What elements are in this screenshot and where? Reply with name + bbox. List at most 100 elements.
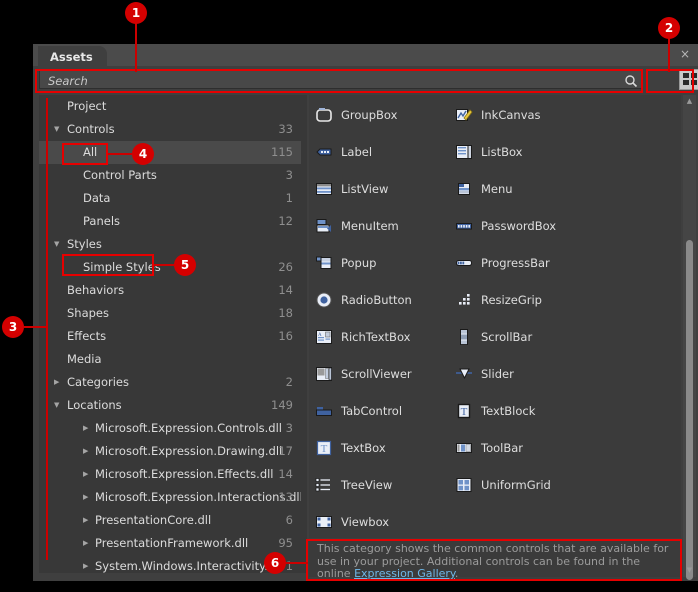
tree-item-project[interactable]: Project	[39, 95, 301, 118]
chevron-right-icon[interactable]: ▶	[54, 371, 59, 394]
tree-item-count: 14	[278, 467, 293, 481]
tree-item-label: Microsoft.Expression.Controls.dll	[95, 421, 282, 435]
scroll-down-icon[interactable]: ▼	[683, 564, 696, 577]
tree-item-media[interactable]: Media	[39, 348, 301, 371]
asset-item-label: InkCanvas	[481, 108, 541, 122]
tree-item-label: PresentationCore.dll	[95, 513, 212, 527]
tree-item-presentationframework-dll[interactable]: ▶ PresentationFramework.dll 95	[39, 532, 301, 555]
asset-item-label: MenuItem	[341, 219, 399, 233]
asset-item-label: ScrollViewer	[341, 367, 412, 381]
asset-item-scrollbar[interactable]: ScrollBar	[455, 321, 532, 353]
tree-item-effects[interactable]: Effects 16	[39, 325, 301, 348]
tab-assets[interactable]: Assets	[38, 46, 107, 66]
asset-item-richtextbox[interactable]: A RichTextBox	[315, 321, 410, 353]
asset-item-inkcanvas[interactable]: InkCanvas	[455, 99, 541, 131]
asset-item-toolbar[interactable]: ToolBar	[455, 432, 523, 464]
tree-item-microsoft-expression-controls-dll[interactable]: ▶ Microsoft.Expression.Controls.dll 3	[39, 417, 301, 440]
search-input[interactable]: Search	[39, 70, 643, 89]
asset-item-treeview[interactable]: TreeView	[315, 469, 392, 501]
panel-body: Project ▼ Controls 33 All 115 Control Parts 3 Da…	[33, 93, 698, 581]
asset-item-radiobutton[interactable]: RadioButton	[315, 284, 412, 316]
asset-item-uniformgrid[interactable]: UniformGrid	[455, 469, 551, 501]
asset-item-popup[interactable]: Popup	[315, 247, 376, 279]
asset-item-label: GroupBox	[341, 108, 398, 122]
tree-item-label: Microsoft.Expression.Interactions.dll	[95, 490, 301, 504]
asset-item-listview[interactable]: ListView	[315, 173, 388, 205]
tree-item-microsoft-expression-interactions-dll[interactable]: ▶ Microsoft.Expression.Interactions.dll 13	[39, 486, 301, 509]
tree-item-control-parts[interactable]: Control Parts 3	[39, 164, 301, 187]
asset-item-textblock[interactable]: T TextBlock	[455, 395, 535, 427]
asset-item-textbox[interactable]: T TextBox	[315, 432, 386, 464]
asset-item-progressbar[interactable]: ProgressBar	[455, 247, 550, 279]
tree-item-data[interactable]: Data 1	[39, 187, 301, 210]
tree-item-microsoft-expression-effects-dll[interactable]: ▶ Microsoft.Expression.Effects.dll 14	[39, 463, 301, 486]
chevron-right-icon[interactable]: ▶	[83, 532, 88, 555]
tree-item-count: 6	[285, 513, 293, 527]
tree-item-behaviors[interactable]: Behaviors 14	[39, 279, 301, 302]
assets-grid[interactable]: GroupBox InkCanvas Label ListBox ListView Men…	[309, 95, 681, 538]
chevron-right-icon[interactable]: ▶	[83, 486, 88, 509]
asset-item-label: TextBox	[341, 441, 386, 455]
viewbox-icon	[315, 513, 333, 531]
listview-icon	[315, 180, 333, 198]
asset-item-label[interactable]: Label	[315, 136, 372, 168]
tree-item-count: 95	[278, 536, 293, 550]
textbox-icon: T	[315, 439, 333, 457]
tree-item-count: 16	[278, 329, 293, 343]
grid-view-button[interactable]	[679, 69, 698, 90]
chevron-right-icon[interactable]: ▶	[83, 440, 88, 463]
asset-item-menu[interactable]: Menu	[455, 173, 513, 205]
asset-item-slider[interactable]: Slider	[455, 358, 514, 390]
chevron-right-icon[interactable]: ▶	[83, 509, 88, 532]
chevron-right-icon[interactable]: ▶	[83, 555, 88, 573]
tree-item-presentationcore-dll[interactable]: ▶ PresentationCore.dll 6	[39, 509, 301, 532]
asset-item-listbox[interactable]: ListBox	[455, 136, 522, 168]
asset-item-label: TreeView	[341, 478, 393, 492]
asset-item-tabcontrol[interactable]: TabControl	[315, 395, 402, 427]
grid-icon	[683, 73, 697, 85]
tree-item-panels[interactable]: Panels 12	[39, 210, 301, 233]
search-icon[interactable]	[624, 74, 638, 88]
tree-item-label: Simple Styles	[83, 260, 161, 274]
slider-icon	[455, 365, 473, 383]
scrollbar-thumb[interactable]	[686, 240, 693, 580]
tree-scrollbar-track[interactable]	[301, 95, 307, 573]
asset-item-viewbox[interactable]: Viewbox	[315, 506, 389, 538]
tree-item-microsoft-expression-drawing-dll[interactable]: ▶ Microsoft.Expression.Drawing.dll 17	[39, 440, 301, 463]
tree-item-count: 149	[271, 398, 293, 412]
asset-item-scrollviewer[interactable]: ScrollViewer	[315, 358, 412, 390]
tree-item-controls[interactable]: ▼ Controls 33	[39, 118, 301, 141]
tree-item-simple-styles[interactable]: Simple Styles 26	[39, 256, 301, 279]
tree-item-label: Categories	[67, 375, 129, 389]
popup-icon	[315, 254, 333, 272]
progressbar-icon	[455, 254, 473, 272]
asset-item-label: ListBox	[481, 145, 523, 159]
category-tree[interactable]: Project ▼ Controls 33 All 115 Control Parts 3 Da…	[39, 95, 301, 573]
chevron-right-icon[interactable]: ▶	[83, 463, 88, 486]
tree-item-label: Microsoft.Expression.Drawing.dll	[95, 444, 283, 458]
asset-item-resizegrip[interactable]: ResizeGrip	[455, 284, 542, 316]
asset-item-passwordbox[interactable]: PasswordBox	[455, 210, 556, 242]
asset-item-menuitem[interactable]: MenuItem	[315, 210, 399, 242]
expression-gallery-link[interactable]: Expression Gallery	[354, 567, 455, 580]
close-icon[interactable]: ×	[678, 47, 692, 61]
tree-item-all[interactable]: All 115	[39, 141, 301, 164]
tree-item-categories[interactable]: ▶ Categories 2	[39, 371, 301, 394]
scroll-up-icon[interactable]: ▲	[683, 95, 696, 108]
chevron-down-icon[interactable]: ▼	[54, 118, 59, 141]
tree-item-locations[interactable]: ▼ Locations 149	[39, 394, 301, 417]
chevron-down-icon[interactable]: ▼	[54, 394, 59, 417]
annotation-badge-1: 1	[125, 2, 147, 24]
tree-item-count: 14	[278, 283, 293, 297]
tree-item-count: 3	[285, 168, 293, 182]
asset-item-groupbox[interactable]: GroupBox	[315, 99, 397, 131]
svg-text:T: T	[461, 406, 468, 418]
tree-item-system-windows-interactivity-dll[interactable]: ▶ System.Windows.Interactivity.dll 1	[39, 555, 301, 573]
tree-item-styles[interactable]: ▼ Styles	[39, 233, 301, 256]
chevron-right-icon[interactable]: ▶	[83, 417, 88, 440]
tree-item-shapes[interactable]: Shapes 18	[39, 302, 301, 325]
chevron-down-icon[interactable]: ▼	[54, 233, 59, 256]
assets-scrollbar[interactable]: ▲ ▼	[683, 95, 696, 580]
asset-item-label: ResizeGrip	[481, 293, 542, 307]
tab-strip: Assets ×	[33, 44, 698, 66]
